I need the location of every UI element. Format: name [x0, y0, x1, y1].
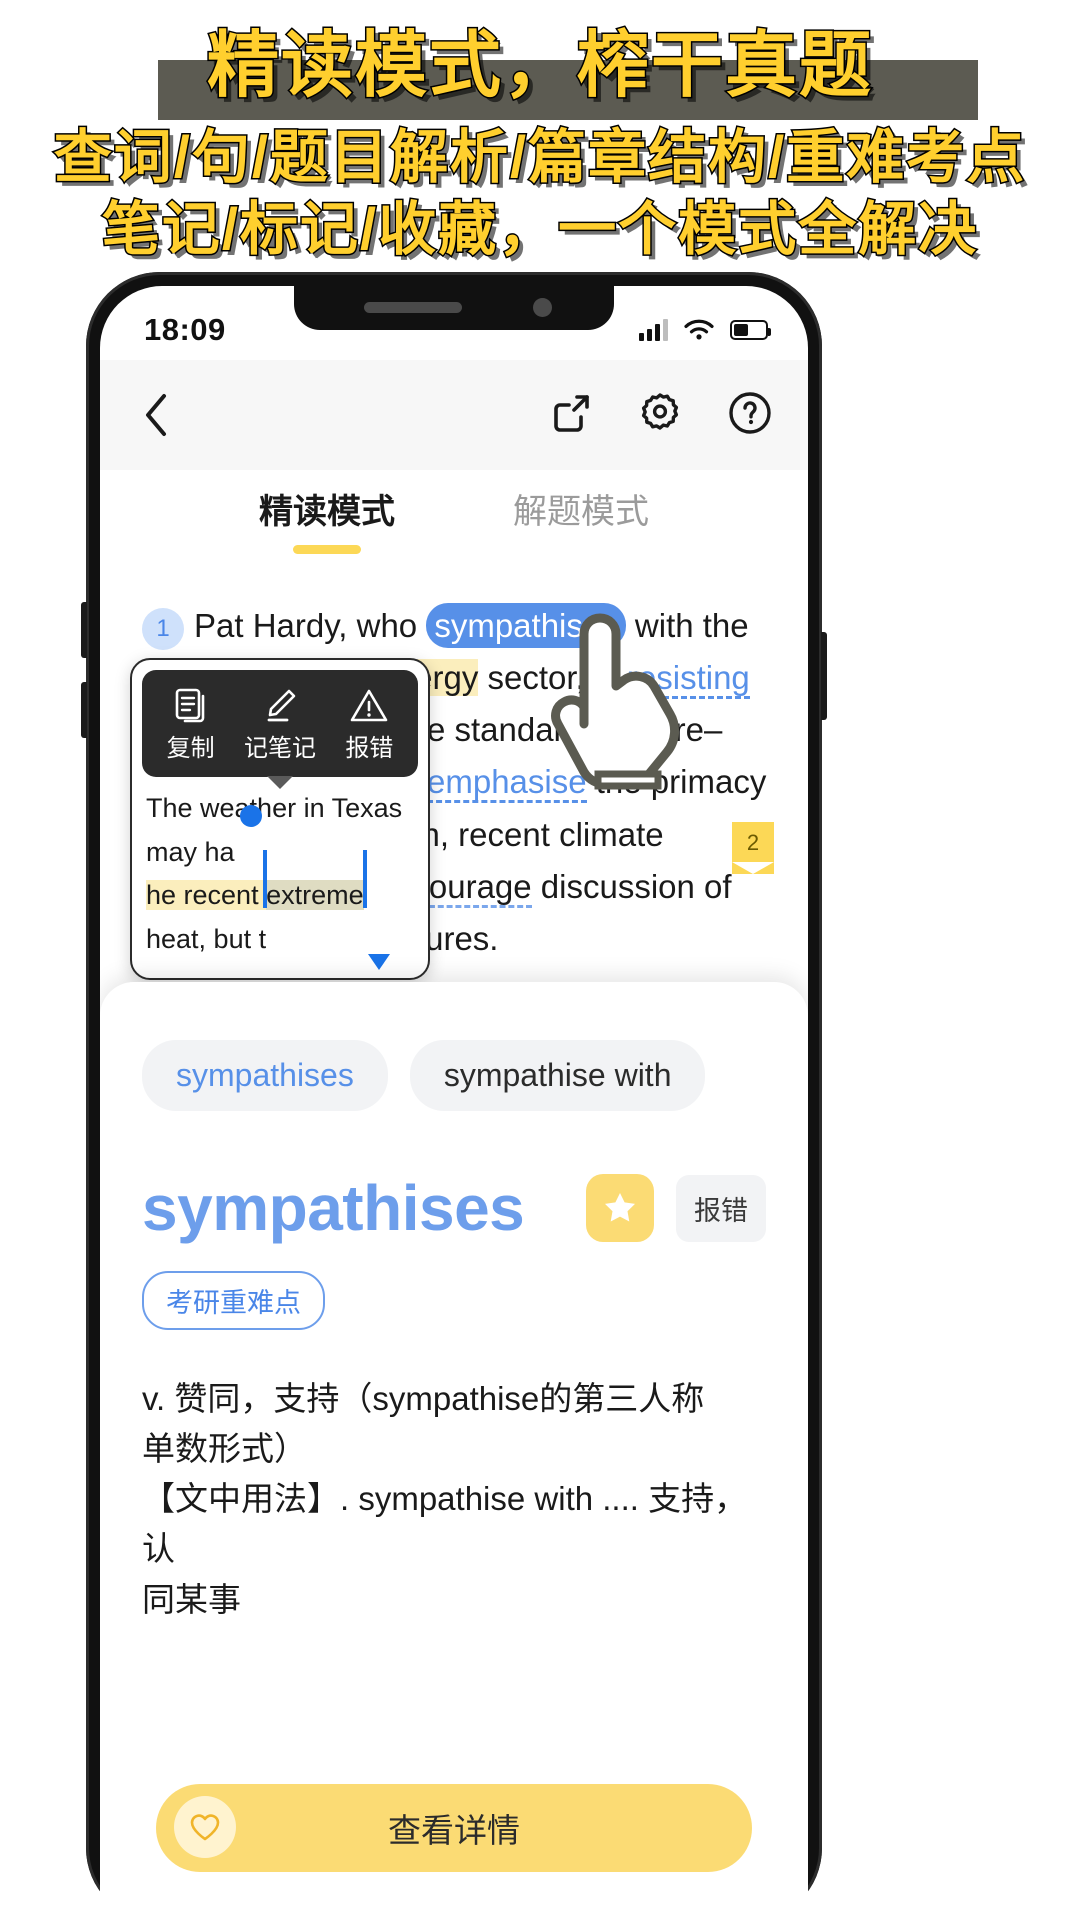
selection-handle-end[interactable] — [368, 953, 390, 970]
quote-prefix: he recent — [146, 880, 267, 911]
headword-row: sympathises 报错 — [142, 1171, 766, 1245]
headword-actions: 报错 — [586, 1174, 766, 1242]
back-chevron-icon — [146, 394, 166, 436]
exam-keypoint-tag: 考研重难点 — [142, 1271, 325, 1330]
share-icon — [554, 394, 589, 432]
definition-line-3: 【文中用法】. sympathise with .... 支持，认 — [142, 1480, 748, 1568]
flag-number: 2 — [746, 830, 760, 855]
report-action[interactable]: 报错 — [325, 686, 414, 763]
promo-headline: 精读模式，榨干真题 — [205, 25, 873, 108]
gear-icon — [641, 392, 679, 430]
definition-line-1: v. 赞同，支持（sympathise的第三人称 — [142, 1380, 705, 1417]
tag-row: 考研重难点 — [142, 1271, 766, 1330]
status-time: 18:09 — [144, 312, 226, 347]
quote-line-2: he recent extreme heat, but t — [146, 874, 414, 970]
note-label: 记笔记 — [243, 735, 316, 762]
tab-active-indicator — [293, 545, 361, 554]
battery-icon — [730, 320, 771, 340]
word-chip-row: sympathises sympathise with — [142, 1040, 766, 1111]
text-plain: Pat Hardy, who — [194, 607, 427, 644]
selected-quote: The weather in Texas may ha he recent ex… — [132, 787, 428, 978]
copy-action[interactable]: 复制 — [146, 686, 235, 763]
report-label: 报错 — [345, 735, 394, 762]
warning-triangle-icon — [325, 686, 414, 728]
tab-intensive-reading[interactable]: 精读模式 — [259, 484, 395, 574]
quote-selected-word[interactable]: extreme — [266, 880, 364, 911]
notch — [294, 286, 614, 330]
promo-subline-2: 笔记/标记/收藏，一个模式全解决 — [100, 196, 979, 264]
wifi-icon — [684, 319, 714, 339]
front-camera — [533, 298, 552, 317]
definition-block: v. 赞同，支持（sympathise的第三人称 单数形式） 【文中用法】. s… — [142, 1374, 766, 1625]
report-word-label: 报错 — [694, 1195, 748, 1226]
heart-badge-icon — [174, 1796, 236, 1858]
star-icon — [605, 1193, 635, 1222]
sentence-number-badge: 1 — [142, 608, 184, 650]
promo-header: 精读模式，榨干真题 查词/句/题目解析/篇章结构/重难考点 笔记/标记/收藏，一… — [0, 0, 1080, 270]
phone-frame: 18:09 精读模式 解题模式 1 Pat Hardy, who sympath… — [81, 272, 827, 1922]
text-selection-popup: 复制 记笔记 报错 The weather in Texas may ha he… — [130, 658, 430, 980]
selection-action-menu: 复制 记笔记 报错 — [142, 670, 418, 789]
favorite-button[interactable] — [586, 1174, 654, 1242]
definition-line-2: 单数形式） — [142, 1430, 307, 1468]
help-button[interactable] — [726, 389, 774, 442]
definition-line-4: 同某事 — [142, 1580, 241, 1618]
view-detail-button[interactable]: 查看详情 — [156, 1784, 752, 1872]
quote-line-1: The weather in Texas may ha — [146, 787, 414, 874]
power-button[interactable] — [821, 632, 827, 720]
back-button[interactable] — [128, 387, 184, 443]
chip-label: sympathise with — [443, 1057, 672, 1093]
word-detail-sheet: sympathises sympathise with sympathises … — [100, 982, 808, 1922]
share-button[interactable] — [548, 390, 594, 441]
chip-sympathises[interactable]: sympathises — [142, 1040, 388, 1111]
view-detail-label: 查看详情 — [388, 1812, 520, 1849]
selection-handle-start[interactable] — [240, 805, 262, 827]
copy-label: 复制 — [166, 735, 215, 762]
cellular-signal-icon — [639, 319, 668, 341]
status-indicators — [639, 318, 771, 343]
hand-cursor-icon — [540, 592, 680, 817]
mode-tabs: 精读模式 解题模式 — [100, 470, 808, 574]
tab-problem-solving[interactable]: 解题模式 — [513, 484, 649, 574]
settings-button[interactable] — [636, 389, 684, 442]
quote-suffix: heat, but t — [146, 924, 267, 955]
tab-label: 精读模式 — [259, 493, 395, 531]
pencil-note-icon — [235, 686, 324, 728]
volume-up-button[interactable] — [81, 602, 87, 658]
volume-down-button[interactable] — [81, 682, 87, 738]
chip-label: sympathises — [176, 1057, 354, 1093]
tab-active-indicator — [547, 545, 615, 554]
earpiece-speaker — [364, 302, 462, 313]
copy-icon — [146, 686, 235, 728]
question-flag-marker[interactable]: 2 — [732, 822, 774, 874]
nav-bar — [100, 360, 808, 470]
headword: sympathises — [142, 1172, 525, 1244]
note-action[interactable]: 记笔记 — [235, 686, 324, 763]
text-plain: discussion of — [531, 867, 732, 905]
report-word-button[interactable]: 报错 — [676, 1174, 766, 1242]
question-circle-icon — [729, 391, 771, 434]
chip-sympathise-with[interactable]: sympathise with — [409, 1040, 706, 1111]
phone-screen: 18:09 精读模式 解题模式 1 Pat Hardy, who sympath… — [100, 286, 808, 1922]
tab-label: 解题模式 — [513, 493, 649, 531]
nav-actions — [548, 389, 774, 442]
